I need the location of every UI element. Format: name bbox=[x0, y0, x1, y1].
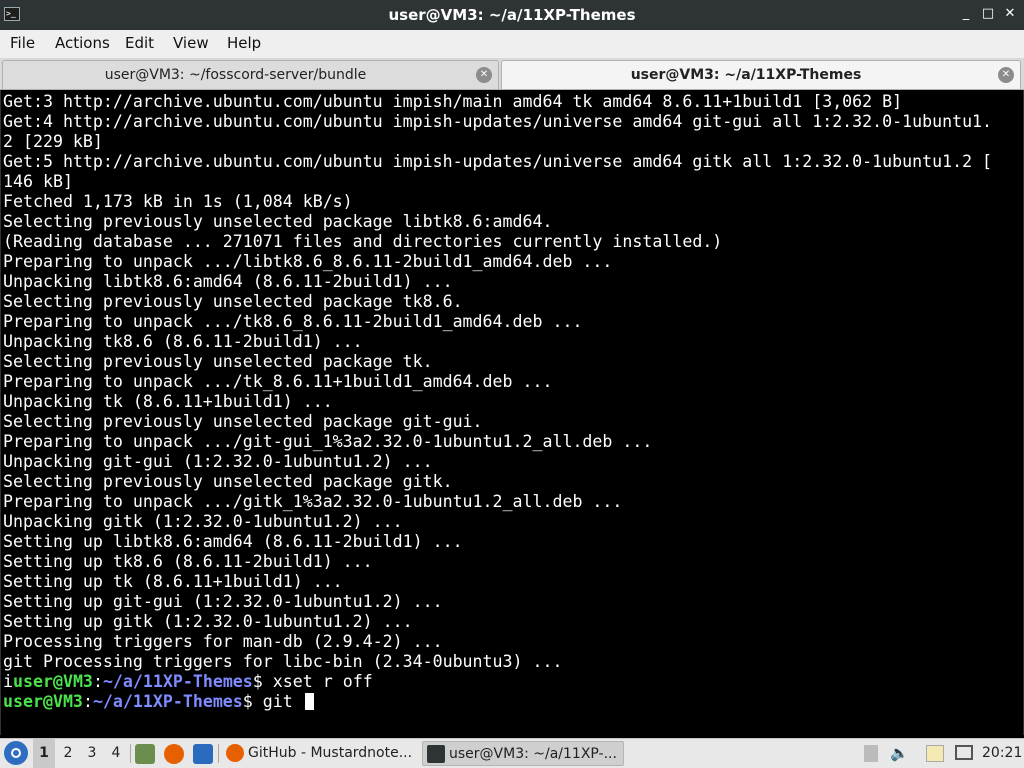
prompt-path: ~/a/11XP-Themes bbox=[102, 672, 253, 691]
terminal-line: Preparing to unpack .../libtk8.6_8.6.11-… bbox=[3, 252, 613, 271]
prompt-path: ~/a/11XP-Themes bbox=[92, 692, 243, 711]
terminal-line: Setting up git-gui (1:2.32.0-1ubuntu1.2)… bbox=[3, 592, 443, 611]
terminal-line: 2 [229 kB] bbox=[3, 132, 103, 151]
terminal-line: Unpacking git-gui (1:2.32.0-1ubuntu1.2) … bbox=[3, 452, 433, 471]
workspace-1-button[interactable]: 1 bbox=[33, 739, 55, 768]
terminal-line: Selecting previously unselected package … bbox=[3, 472, 453, 491]
close-window-button[interactable]: ✕ bbox=[1002, 6, 1018, 22]
show-desktop-icon[interactable] bbox=[193, 744, 213, 764]
taskbar-separator bbox=[218, 744, 219, 763]
clipboard-tray-icon[interactable] bbox=[864, 745, 878, 762]
terminal-line: 146 kB] bbox=[3, 172, 73, 191]
prompt-symbol: $ bbox=[252, 672, 273, 691]
tab-label: user@VM3: ~/a/11XP-Themes bbox=[630, 67, 862, 83]
menu-help[interactable]: Help bbox=[227, 30, 261, 57]
maximize-button[interactable]: □ bbox=[980, 6, 996, 22]
menu-edit[interactable]: Edit bbox=[125, 30, 154, 57]
volume-icon[interactable]: 🔈 bbox=[890, 744, 909, 762]
terminal-line: Setting up gitk (1:2.32.0-1ubuntu1.2) ..… bbox=[3, 612, 413, 631]
terminal-active-prompt-line[interactable]: user@VM3:~/a/11XP-Themes$ git bbox=[3, 692, 1023, 712]
firefox-icon bbox=[226, 744, 244, 762]
tab-label: user@VM3: ~/fosscord-server/bundle bbox=[104, 67, 367, 83]
terminal-line: Selecting previously unselected package … bbox=[3, 292, 463, 311]
text-cursor bbox=[304, 693, 314, 710]
menu-file[interactable]: File bbox=[10, 30, 35, 57]
prompt-user: user@VM3 bbox=[3, 692, 83, 711]
prompt-colon: : bbox=[82, 692, 93, 711]
tab-close-icon[interactable]: ✕ bbox=[998, 67, 1014, 83]
terminal-line: Setting up libtk8.6:amd64 (8.6.11-2build… bbox=[3, 532, 463, 551]
clock[interactable]: 20:21 bbox=[982, 739, 1022, 768]
terminal-line: Fetched 1,173 kB in 1s (1,084 kB/s) bbox=[3, 192, 353, 211]
window-title: user@VM3: ~/a/11XP-Themes bbox=[388, 6, 636, 24]
terminal-line: Unpacking libtk8.6:amd64 (8.6.11-2build1… bbox=[3, 272, 453, 291]
menu-bar: File Actions Edit View Help bbox=[0, 30, 1024, 58]
notes-icon[interactable] bbox=[926, 745, 944, 762]
terminal-line: Preparing to unpack .../tk8.6_8.6.11-2bu… bbox=[3, 312, 583, 331]
prompt-prefix: i bbox=[3, 672, 13, 691]
minimize-button[interactable]: _ bbox=[958, 6, 974, 22]
file-manager-icon[interactable] bbox=[135, 744, 155, 764]
taskbar-task-firefox[interactable]: GitHub - Mustardnote... bbox=[222, 741, 418, 766]
terminal-line: Get:3 http://archive.ubuntu.com/ubuntu i… bbox=[3, 92, 903, 111]
terminal-line: Selecting previously unselected package … bbox=[3, 412, 483, 431]
prompt-colon: : bbox=[92, 672, 103, 691]
terminal-line: Preparing to unpack .../gitk_1%3a2.32.0-… bbox=[3, 492, 623, 511]
terminal-line: Setting up tk (8.6.11+1build1) ... bbox=[3, 572, 343, 591]
terminal-line: Preparing to unpack .../tk_8.6.11+1build… bbox=[3, 372, 553, 391]
terminal-line: (Reading database ... 271071 files and d… bbox=[3, 232, 723, 251]
terminal-line: Processing triggers for man-db (2.9.4-2)… bbox=[3, 632, 443, 651]
prompt-command-input[interactable]: git bbox=[263, 692, 303, 711]
tab-close-icon[interactable]: ✕ bbox=[476, 67, 492, 83]
window-titlebar[interactable]: >_ user@VM3: ~/a/11XP-Themes _ □ ✕ bbox=[0, 0, 1024, 30]
network-icon[interactable] bbox=[955, 745, 973, 760]
tab-bar: user@VM3: ~/fosscord-server/bundle ✕ use… bbox=[0, 58, 1024, 90]
workspace-3-button[interactable]: 3 bbox=[81, 739, 103, 768]
taskbar: 1 2 3 4 GitHub - Mustardnote... user@VM3… bbox=[0, 738, 1024, 768]
terminal-line: Get:5 http://archive.ubuntu.com/ubuntu i… bbox=[3, 152, 993, 171]
terminal-line: Get:4 http://archive.ubuntu.com/ubuntu i… bbox=[3, 112, 993, 131]
workspace-2-button[interactable]: 2 bbox=[57, 739, 79, 768]
tab-11xp-themes[interactable]: user@VM3: ~/a/11XP-Themes ✕ bbox=[501, 60, 1021, 89]
terminal-line: Unpacking tk (8.6.11+1build1) ... bbox=[3, 392, 333, 411]
menu-actions[interactable]: Actions bbox=[55, 30, 110, 57]
taskbar-separator bbox=[130, 744, 131, 763]
terminal-line: git Processing triggers for libc-bin (2.… bbox=[3, 652, 563, 671]
terminal-line: Preparing to unpack .../git-gui_1%3a2.32… bbox=[3, 432, 653, 451]
menu-view[interactable]: View bbox=[173, 30, 209, 57]
prompt-user: user@VM3 bbox=[13, 672, 93, 691]
terminal-line: Setting up tk8.6 (8.6.11-2build1) ... bbox=[3, 552, 373, 571]
terminal-line: Unpacking tk8.6 (8.6.11-2build1) ... bbox=[3, 332, 363, 351]
terminal-line: Selecting previously unselected package … bbox=[3, 352, 433, 371]
tab-fosscord-server[interactable]: user@VM3: ~/fosscord-server/bundle ✕ bbox=[2, 60, 499, 89]
prompt-symbol: $ bbox=[242, 692, 263, 711]
prompt-command: xset r off bbox=[272, 672, 373, 691]
firefox-launcher-icon[interactable] bbox=[164, 744, 184, 764]
terminal-line: Selecting previously unselected package … bbox=[3, 212, 553, 231]
task-label: user@VM3: ~/a/11XP-... bbox=[449, 746, 617, 762]
taskbar-task-terminal[interactable]: user@VM3: ~/a/11XP-... bbox=[422, 741, 624, 766]
workspace-4-button[interactable]: 4 bbox=[105, 739, 127, 768]
task-label: GitHub - Mustardnote... bbox=[248, 745, 413, 761]
terminal-output[interactable]: Get:3 http://archive.ubuntu.com/ubuntu i… bbox=[0, 90, 1024, 735]
start-menu-icon[interactable] bbox=[4, 741, 28, 765]
terminal-line: Unpacking gitk (1:2.32.0-1ubuntu1.2) ... bbox=[3, 512, 403, 531]
terminal-prompt-line: iuser@VM3:~/a/11XP-Themes$ xset r off bbox=[3, 672, 1023, 692]
terminal-icon bbox=[427, 745, 445, 763]
